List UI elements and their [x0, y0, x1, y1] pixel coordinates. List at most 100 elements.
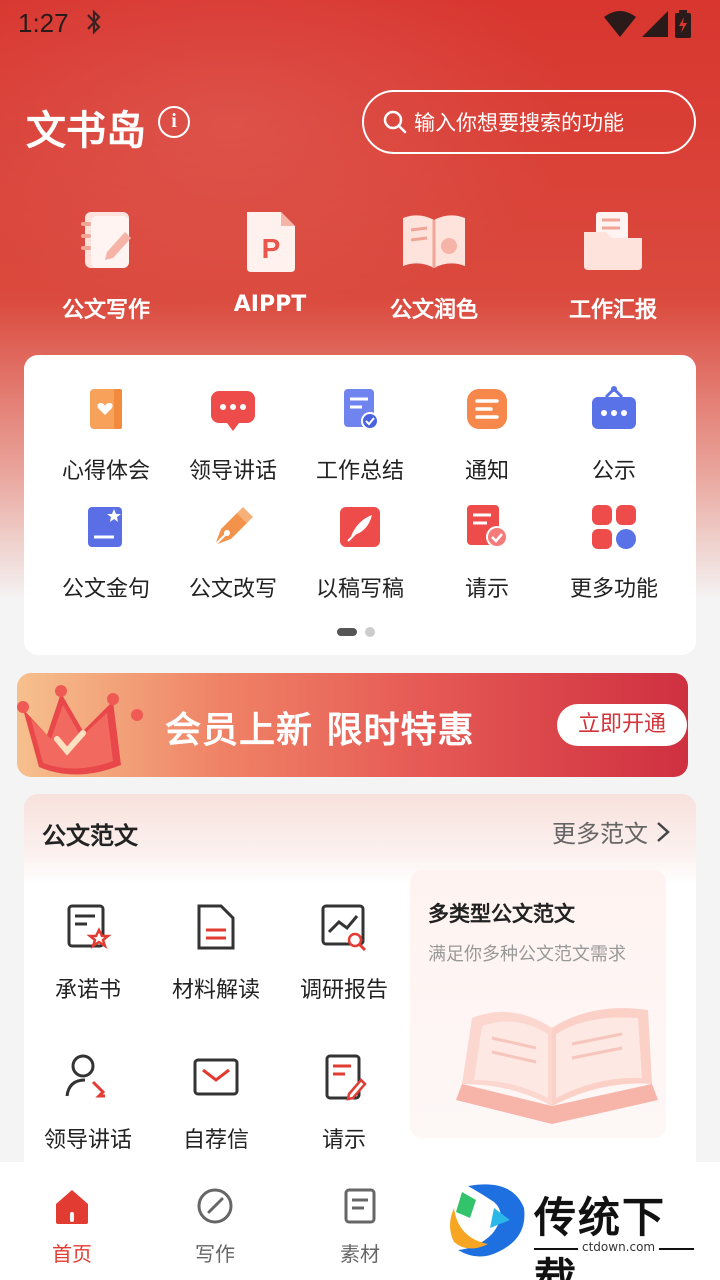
doc-pen-icon [325, 1054, 367, 1101]
apps-grid-icon [592, 505, 636, 549]
sample-item-leader-speech[interactable]: 领导讲话 [24, 1052, 152, 1154]
sample-item-material[interactable]: 材料解读 [152, 902, 280, 1004]
grid-item-publicity[interactable]: 公示 [549, 383, 679, 485]
grid-item-quotes[interactable]: 公文金句 [41, 501, 171, 603]
doc-check-icon [467, 505, 508, 548]
watermark-logo [450, 1184, 525, 1257]
grid-item-more[interactable]: 更多功能 [549, 501, 679, 603]
grid-item-label: 公示 [591, 459, 636, 484]
grid-item-rewrite[interactable]: 公文改写 [168, 501, 298, 603]
grid-item-insights[interactable]: 心得体会 [41, 383, 171, 485]
file-lines-icon [197, 904, 235, 950]
section-title: 公文范文 [42, 822, 138, 850]
sample-item-label: 材料解读 [171, 978, 260, 1003]
page-dot [365, 627, 375, 637]
feather-doc-icon [340, 507, 380, 547]
bottom-navigation: 首页 写作 素材 传统下载 ctdown.com [0, 1162, 720, 1280]
page-indicator [337, 627, 375, 637]
compass-pen-icon [197, 1188, 233, 1224]
membership-banner[interactable]: 会员上新 限时特惠 立即开通 [17, 673, 688, 777]
sample-item-request[interactable]: 请示 [280, 1052, 408, 1154]
crown-icon [17, 685, 143, 775]
doc-star-icon [67, 904, 112, 950]
grid-item-label: 以稿写稿 [315, 577, 404, 602]
function-grid: 心得体会 领导讲话 工作总结 通知 公示 公文金句 公文改写 以稿写稿 请示 更… [24, 355, 696, 655]
open-book-icon [403, 215, 465, 268]
chevron-right-icon [657, 821, 670, 842]
svg-text:P: P [262, 233, 281, 264]
sample-item-cover-letter[interactable]: 自荐信 [152, 1052, 280, 1154]
nav-label: 首页 [52, 1242, 92, 1266]
document-check-icon [344, 389, 379, 430]
feature-label: 公文润色 [389, 298, 478, 323]
feature-label: 公文写作 [61, 298, 150, 323]
promo-subtitle: 满足你多种公文范文需求 [428, 944, 626, 965]
notebook-heart-icon [90, 389, 122, 429]
wifi-icon [604, 11, 636, 44]
promo-title: 多类型公文范文 [428, 902, 575, 926]
folder-doc-icon [584, 212, 642, 270]
grid-item-notice[interactable]: 通知 [422, 383, 552, 485]
nav-home[interactable]: 首页 [27, 1186, 117, 1267]
banner-text: 会员上新 限时特惠 [165, 710, 475, 751]
grid-item-label: 请示 [464, 577, 509, 602]
document-icon [344, 1188, 376, 1224]
search-icon [383, 110, 407, 134]
page-dot-active [337, 628, 357, 636]
watermark-text: 传统下载 [534, 1193, 667, 1280]
nav-label: 素材 [340, 1242, 380, 1266]
grid-item-label: 公文金句 [61, 577, 150, 602]
home-icon [56, 1190, 88, 1224]
sample-item-label: 调研报告 [299, 978, 388, 1003]
grid-item-label: 通知 [464, 459, 509, 484]
grid-item-work-summary[interactable]: 工作总结 [295, 383, 425, 485]
sample-item-research[interactable]: 调研报告 [280, 902, 408, 1004]
notice-icon [467, 389, 507, 429]
bookmark-star-icon [88, 507, 122, 547]
notebook-pen-icon [81, 212, 131, 268]
watermark: 传统下载 ctdown.com [448, 1178, 708, 1280]
search-bar[interactable]: 输入你想要搜索的功能 [362, 90, 696, 154]
search-placeholder: 输入你想要搜索的功能 [414, 111, 624, 135]
grid-item-label: 更多功能 [569, 577, 658, 602]
feature-aippt[interactable]: P AIPPT [190, 208, 350, 317]
fountain-pen-icon [214, 507, 253, 546]
sample-docs-section: 公文范文 更多范文 承诺书 材料解读 调研报告 领导讲话 自荐信 请示 多类型公… [24, 794, 696, 1174]
nav-write[interactable]: 写作 [170, 1186, 260, 1267]
battery-icon [674, 10, 692, 45]
grid-item-label: 工作总结 [315, 459, 404, 484]
ppt-file-icon: P [247, 212, 295, 272]
grid-item-label: 领导讲话 [188, 459, 277, 484]
grid-item-draft-from-draft[interactable]: 以稿写稿 [295, 501, 425, 603]
envelope-icon [193, 1058, 239, 1096]
grid-item-label: 心得体会 [61, 459, 150, 484]
feature-official-writing[interactable]: 公文写作 [26, 208, 186, 324]
info-icon[interactable]: i [158, 106, 190, 138]
status-bar: 1:27 [0, 0, 720, 50]
more-samples-link[interactable]: 更多范文 [552, 814, 670, 849]
sample-item-label: 自荐信 [182, 1128, 249, 1153]
sample-item-label: 承诺书 [54, 978, 121, 1003]
signal-icon [642, 11, 668, 44]
nav-materials[interactable]: 素材 [315, 1186, 405, 1267]
sample-item-pledge[interactable]: 承诺书 [24, 902, 152, 1004]
promo-card[interactable]: 多类型公文范文 满足你多种公文范文需求 [410, 870, 666, 1138]
open-book-illustration [456, 1008, 658, 1124]
user-speech-icon [65, 1054, 106, 1098]
activate-button[interactable]: 立即开通 [557, 704, 687, 746]
chat-bubble-icon [211, 391, 255, 431]
grid-item-request[interactable]: 请示 [422, 501, 552, 603]
status-time: 1:27 [18, 8, 69, 38]
grid-item-leader-speech[interactable]: 领导讲话 [168, 383, 298, 485]
more-samples-label: 更多范文 [552, 820, 648, 848]
bluetooth-icon [86, 8, 102, 42]
feature-polish[interactable]: 公文润色 [354, 208, 514, 324]
app-title: 文书岛 [26, 108, 146, 154]
feature-work-report[interactable]: 工作汇报 [533, 208, 693, 324]
watermark-url: ctdown.com [578, 1240, 660, 1254]
feature-label: 工作汇报 [568, 298, 657, 323]
feature-label: AIPPT [233, 292, 307, 317]
board-icon [592, 386, 636, 429]
sample-item-label: 请示 [321, 1128, 366, 1153]
grid-item-label: 公文改写 [188, 577, 277, 602]
